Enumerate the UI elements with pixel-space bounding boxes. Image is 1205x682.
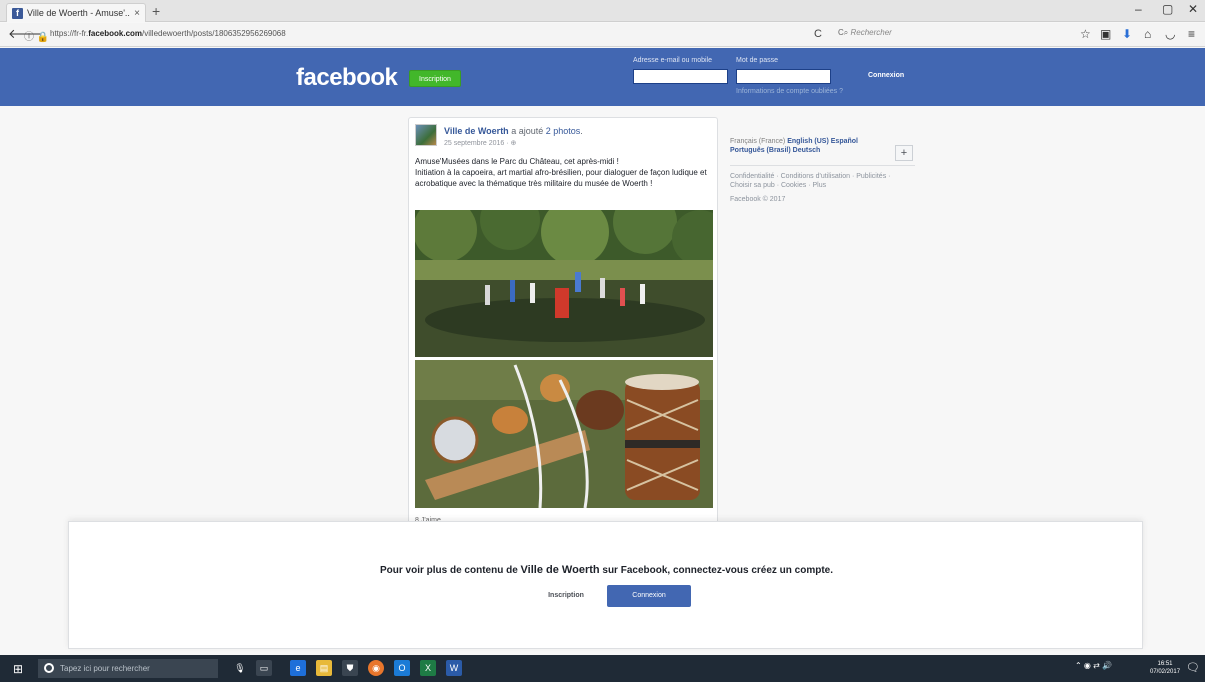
post-card: Ville de Woerth a ajouté 2 photos. 25 se… [408, 117, 718, 529]
store-icon[interactable]: ⛊ [342, 660, 358, 676]
facebook-header: facebook Inscription Adresse e-mail ou m… [0, 48, 1205, 106]
outlook-icon[interactable]: O [394, 660, 410, 676]
banner-signup-button[interactable]: Inscription [528, 585, 604, 607]
action-prefix: a ajouté [511, 126, 544, 136]
lang-german[interactable]: Deutsch [793, 147, 821, 154]
clock-date: 07/02/2017 [1150, 669, 1181, 675]
signup-button[interactable]: Inscription [409, 70, 461, 87]
post-text: Amuse'Musées dans le Parc du Château, ce… [415, 156, 711, 189]
banner-msg-suffix: sur Facebook, connectez-vous créez un co… [599, 565, 834, 576]
bookmark-star-icon[interactable]: ☆ [1080, 27, 1091, 41]
taskbar-search-placeholder: Tapez ici pour rechercher [60, 664, 150, 673]
tab-title: Ville de Woerth - Amuse'... [27, 8, 131, 18]
windows-taskbar: ⊞ Tapez ici pour rechercher 🎙 ▭ e ▤ ⛊ ◉ … [0, 655, 1205, 682]
password-label: Mot de passe [736, 57, 779, 64]
lang-portuguese[interactable]: Português (Brasil) [730, 147, 791, 154]
password-field[interactable] [736, 69, 831, 84]
lang-spanish[interactable]: Español [831, 138, 858, 145]
lang-english[interactable]: English (US) [787, 138, 829, 145]
firefox-icon[interactable]: ◉ [368, 660, 384, 676]
post-header: Ville de Woerth a ajouté 2 photos. [444, 126, 583, 136]
post-date-text: 25 septembre 2016 · [444, 140, 511, 147]
edge-icon[interactable]: e [290, 660, 306, 676]
close-window-icon[interactable]: ✕ [1188, 2, 1198, 16]
home-icon[interactable]: ⌂ [1144, 27, 1151, 41]
taskbar-search[interactable]: Tapez ici pour rechercher [38, 659, 218, 678]
library-icon[interactable]: ▣ [1100, 27, 1111, 41]
reload-icon[interactable]: C [814, 28, 822, 40]
email-label: Adresse e-mail ou mobile [633, 57, 712, 64]
close-tab-icon[interactable]: × [134, 8, 140, 19]
browser-tab-bar: f Ville de Woerth - Amuse'... × + – ▢ ✕ [0, 0, 1205, 22]
address-bar[interactable]: https://fr-fr.facebook.com/villedewoerth… [50, 29, 286, 38]
photo-capoeira-image [415, 210, 713, 357]
post-text-line1: Amuse'Musées dans le Parc du Château, ce… [415, 157, 619, 166]
search-box[interactable]: C⌕ Rechercher [838, 28, 988, 42]
microphone-icon[interactable]: 🎙 [232, 660, 248, 676]
search-placeholder: Rechercher [850, 28, 892, 37]
word-icon[interactable]: W [446, 660, 462, 676]
notifications-icon[interactable]: 🗨 [1186, 661, 1200, 674]
facebook-logo[interactable]: facebook [296, 64, 398, 92]
banner-login-button[interactable]: Connexion [607, 585, 691, 607]
forgot-account-link[interactable]: Informations de compte oubliées ? [736, 88, 843, 95]
new-tab-button[interactable]: + [152, 3, 160, 19]
post-photo-capoeira[interactable] [415, 210, 713, 357]
photos-link[interactable]: 2 photos [546, 126, 581, 136]
more-languages-button[interactable]: + [895, 145, 913, 161]
maximize-icon[interactable]: ▢ [1162, 2, 1173, 16]
author-link[interactable]: Ville de Woerth [444, 126, 509, 136]
url-domain: facebook.com [88, 29, 143, 38]
login-button[interactable]: Connexion [868, 72, 904, 79]
cortana-icon [44, 663, 54, 673]
task-view-icon[interactable]: ▭ [256, 660, 272, 676]
post-text-line2: Initiation à la capoeira, art martial af… [415, 168, 707, 188]
search-icon: C⌕ [838, 28, 851, 37]
minimize-icon[interactable]: – [1135, 2, 1142, 16]
system-tray-icons[interactable]: ⌃ ◉ ⇄ 🔊 [1075, 661, 1112, 670]
facebook-favicon-icon: f [12, 7, 23, 19]
banner-message: Pour voir plus de contenu de Ville de Wo… [69, 564, 1144, 576]
login-prompt-banner: Pour voir plus de contenu de Ville de Wo… [68, 521, 1143, 649]
taskbar-clock[interactable]: 16:51 07/02/2017 [1150, 660, 1180, 676]
avatar[interactable] [415, 124, 437, 146]
browser-nav-bar: 🡐 ⓘ 🔒 https://fr-fr.facebook.com/villede… [0, 23, 1205, 47]
language-list: Français (France) English (US) Español P… [730, 137, 890, 155]
right-sidebar: Français (France) English (US) Español P… [730, 137, 925, 203]
browser-tab[interactable]: f Ville de Woerth - Amuse'... × [6, 3, 146, 22]
banner-msg-prefix: Pour voir plus de contenu de [379, 565, 521, 576]
download-icon[interactable]: ⬇ [1122, 27, 1132, 41]
banner-page-name: Ville de Woerth [520, 564, 600, 576]
menu-icon[interactable]: ≡ [1188, 27, 1195, 41]
email-field[interactable] [633, 69, 728, 84]
pocket-icon[interactable]: ◡ [1165, 27, 1175, 41]
windows-start-icon[interactable]: ⊞ [13, 662, 23, 676]
file-explorer-icon[interactable]: ▤ [316, 660, 332, 676]
excel-icon[interactable]: X [420, 660, 436, 676]
current-language: Français (France) [730, 138, 786, 145]
legal-links[interactable]: Confidentialité · Conditions d'utilisati… [730, 172, 910, 190]
copyright: Facebook © 2017 [730, 196, 786, 203]
action-suffix: . [580, 126, 583, 136]
globe-icon: ⊕ [510, 140, 517, 147]
post-date[interactable]: 25 septembre 2016 · ⊕ [444, 139, 516, 147]
url-prefix: https://fr-fr. [50, 29, 89, 38]
url-path: /villedewoerth/posts/1806352956269068 [142, 29, 286, 38]
sidebar-divider [730, 165, 915, 166]
post-photo-instruments[interactable] [415, 360, 713, 508]
clock-time: 16:51 [1157, 661, 1173, 667]
photo-instruments-image [415, 360, 713, 508]
lock-icon[interactable]: ⓘ 🔒 [24, 28, 49, 43]
